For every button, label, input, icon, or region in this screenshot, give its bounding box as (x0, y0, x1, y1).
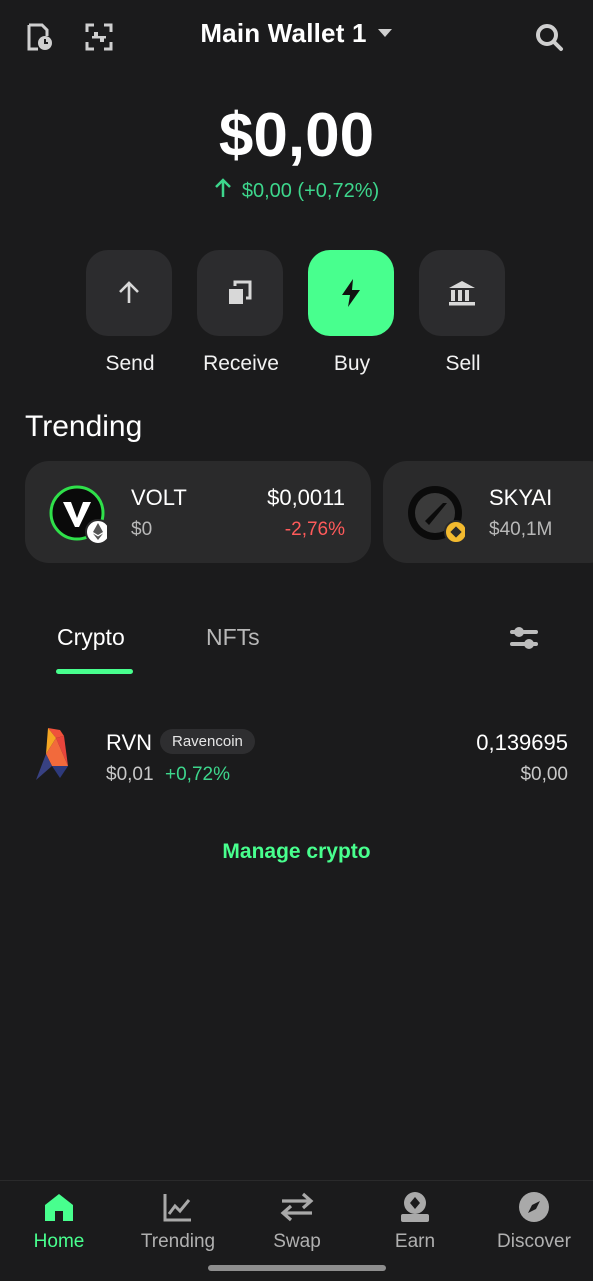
receive-button[interactable]: Receive (197, 250, 285, 376)
ravencoin-logo (34, 726, 74, 782)
chart-icon (119, 1189, 237, 1225)
asset-symbol: RVN (106, 730, 153, 755)
asset-chain-badge: Ravencoin (160, 729, 255, 754)
search-icon[interactable] (532, 20, 566, 54)
wallet-title: Main Wallet 1 (200, 18, 367, 48)
nav-trending[interactable]: Trending (119, 1189, 237, 1253)
asset-fiat-value: $0,00 (520, 764, 568, 785)
home-icon (0, 1189, 118, 1225)
filter-icon[interactable] (508, 624, 542, 654)
buy-button[interactable]: Buy (308, 250, 396, 376)
bank-icon (419, 250, 505, 336)
asset-price: $0,01 (106, 764, 154, 785)
trending-name: VOLT (131, 485, 187, 510)
total-balance: $0,00 (218, 101, 375, 170)
home-indicator (208, 1265, 386, 1271)
lightning-icon (308, 250, 394, 336)
balance-change-text: $0,00 (+0,72%) (241, 179, 380, 202)
copy-icon (197, 250, 283, 336)
skyai-logo (407, 485, 468, 544)
nav-earn[interactable]: Earn (356, 1189, 474, 1253)
trending-name: SKYAI (489, 485, 553, 510)
balance-change: $0,00 (+0,72%) (0, 178, 593, 204)
active-tab-indicator (56, 669, 133, 674)
volt-logo (49, 485, 111, 545)
chevron-down-icon (377, 25, 393, 43)
nav-trending-label: Trending (140, 1231, 216, 1252)
compass-icon (475, 1189, 593, 1225)
nav-swap[interactable]: Swap (238, 1189, 356, 1253)
earn-icon (356, 1189, 474, 1225)
wallet-selector[interactable]: Main Wallet 1 (0, 18, 593, 49)
manage-crypto-link[interactable]: Manage crypto (0, 840, 593, 864)
trending-change: -2,76% (284, 519, 345, 540)
receive-label: Receive (203, 352, 279, 375)
nav-discover-label: Discover (497, 1231, 571, 1252)
nav-home-label: Home (33, 1231, 85, 1252)
tab-crypto[interactable]: Crypto (57, 624, 125, 651)
swap-icon (238, 1189, 356, 1225)
send-label: Send (105, 352, 155, 375)
trending-title: Trending (25, 410, 143, 443)
nav-home[interactable]: Home (0, 1189, 118, 1253)
trending-card-skyai[interactable]: SKYAI $40,1M (383, 461, 593, 563)
send-icon (86, 250, 172, 336)
nav-discover[interactable]: Discover (475, 1189, 593, 1253)
trending-volume: $0 (131, 519, 153, 540)
sell-label: Sell (445, 352, 481, 375)
trending-volume: $40,1M (489, 519, 553, 540)
asset-change: +0,72% (165, 764, 230, 785)
trending-card-volt[interactable]: VOLT $0 $0,0011 -2,76% (25, 461, 371, 563)
asset-amount: 0,139695 (476, 730, 568, 755)
buy-label: Buy (333, 352, 371, 375)
sell-button[interactable]: Sell (419, 250, 507, 376)
send-button[interactable]: Send (86, 250, 174, 376)
tab-nfts[interactable]: NFTs (206, 624, 260, 651)
nav-swap-label: Swap (273, 1231, 321, 1252)
trending-price: $0,0011 (267, 485, 345, 510)
arrow-up-icon (214, 178, 232, 204)
nav-earn-label: Earn (394, 1231, 436, 1252)
